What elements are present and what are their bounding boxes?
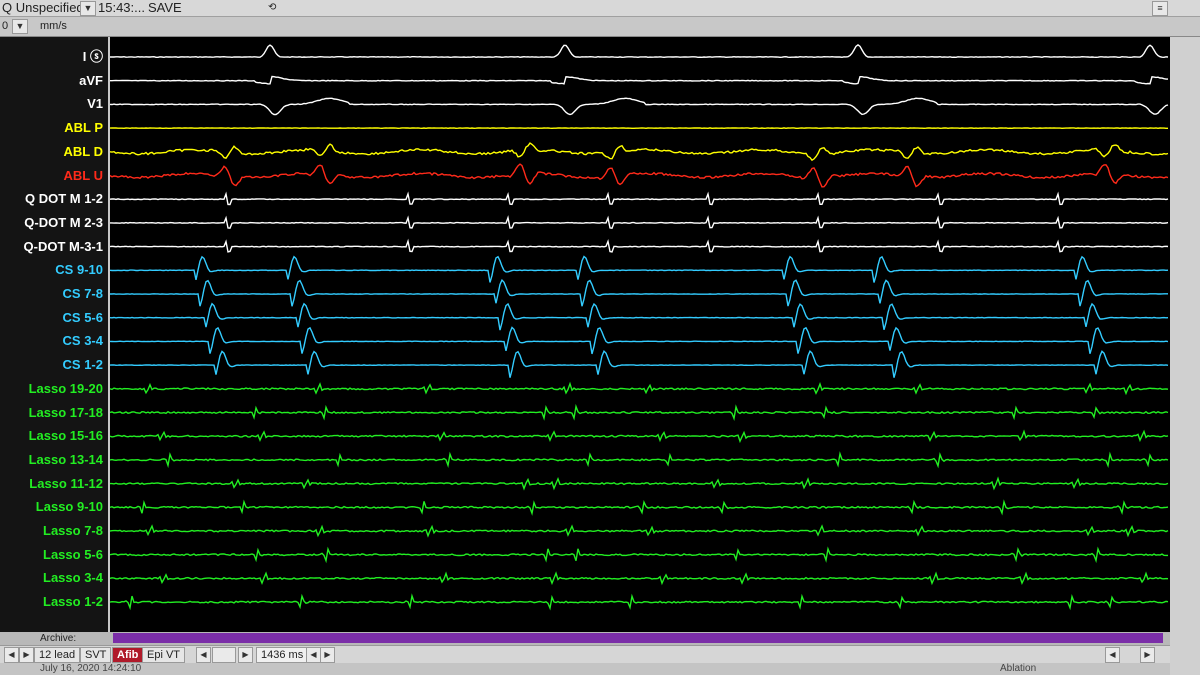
channel-label[interactable]: CS 1-2	[0, 357, 103, 373]
tab-12-lead[interactable]: 12 lead	[34, 647, 81, 663]
waveform-trace	[110, 476, 1169, 491]
channel-label[interactable]: Lasso 5-6	[0, 547, 103, 563]
waveform-trace	[110, 163, 1169, 188]
waveform-trace	[110, 302, 1169, 331]
tab-bar: ◀ ▶ 12 lead SVT Afib Epi VT ◀ ▶ 1436 ms …	[0, 645, 1170, 663]
channel-label[interactable]: CS 7-8	[0, 286, 103, 302]
tab-svt[interactable]: SVT	[80, 647, 112, 663]
channel-label-panel: I ⓢ aVF V1 ABL P ABL D ABL U Q DOT M 1-2 Q-DOT …	[0, 37, 108, 632]
waveform-trace	[110, 429, 1169, 444]
channel-label[interactable]: I ⓢ	[0, 49, 103, 65]
timebase-up-icon[interactable]: ▶	[320, 647, 335, 663]
channel-label[interactable]: Lasso 11-12	[0, 476, 103, 492]
right-side-panel	[1170, 37, 1200, 675]
archive-label: Archive:	[40, 633, 77, 644]
waveform-trace	[110, 44, 1169, 59]
tab-epi-vt[interactable]: Epi VT	[142, 647, 186, 663]
waveform-trace	[110, 499, 1169, 516]
channel-label[interactable]: ABL U	[0, 168, 103, 184]
waveform-trace	[110, 349, 1169, 378]
channel-label[interactable]: Lasso 1-2	[0, 594, 103, 610]
channel-label[interactable]: aVF	[0, 73, 103, 89]
channel-label[interactable]: CS 3-4	[0, 333, 103, 349]
time-display: 15:43:...	[98, 0, 145, 15]
waveform-trace	[110, 97, 1169, 116]
channel-label[interactable]: Lasso 15-16	[0, 428, 103, 444]
status-mode: Ablation	[1000, 663, 1037, 674]
channel-label[interactable]: CS 5-6	[0, 310, 103, 326]
channel-label[interactable]: Lasso 9-10	[0, 499, 103, 515]
waveform-trace	[110, 326, 1169, 355]
trace-display[interactable]	[108, 37, 1172, 632]
channel-label[interactable]: Lasso 13-14	[0, 452, 103, 468]
channel-label[interactable]: V1	[0, 96, 103, 112]
view-name[interactable]: Q Unspecified	[2, 0, 84, 15]
top-toolbar: Q Unspecified ▼ 15:43:... SAVE ⟲ ≡	[0, 0, 1200, 17]
waveform-trace	[110, 238, 1169, 253]
refresh-icon[interactable]: ⟲	[268, 0, 276, 15]
speed-value[interactable]: 0	[2, 19, 8, 34]
speed-unit: mm/s	[40, 20, 67, 32]
tab-prev-icon[interactable]: ◀	[4, 647, 19, 663]
channel-label[interactable]: Lasso 19-20	[0, 381, 103, 397]
channel-label[interactable]: ABL D	[0, 144, 103, 160]
speed-dropdown-icon[interactable]: ▼	[12, 19, 28, 34]
scroll-left-icon[interactable]: ◀	[196, 647, 211, 663]
tab-next-icon[interactable]: ▶	[19, 647, 34, 663]
waveform-trace	[110, 546, 1168, 564]
scroll-right-icon[interactable]: ▶	[238, 647, 253, 663]
menu-icon[interactable]: ≡	[1152, 1, 1168, 16]
channel-label[interactable]: Lasso 7-8	[0, 523, 103, 539]
waveform-canvas	[110, 44, 1169, 611]
timebase-field[interactable]: 1436 ms	[256, 647, 309, 663]
channel-label[interactable]: Q DOT M 1-2	[0, 191, 103, 207]
waveform-trace	[110, 593, 1169, 611]
channel-label[interactable]: CS 9-10	[0, 262, 103, 278]
waveform-trace	[110, 255, 1169, 283]
waveform-trace	[110, 75, 1168, 85]
waveform-trace	[110, 142, 1169, 162]
status-datetime: July 16, 2020 14:24:10	[40, 663, 142, 674]
waveform-trace	[110, 381, 1169, 396]
waveform-trace	[110, 215, 1169, 229]
speed-toolbar: 0 ▼ mm/s	[0, 17, 1200, 37]
scroll-thumb[interactable]	[212, 647, 236, 663]
channel-label[interactable]: ABL P	[0, 120, 103, 136]
nav-left-icon[interactable]: ◀	[1105, 647, 1120, 663]
channel-label[interactable]: Q-DOT M-3-1	[0, 239, 103, 255]
waveform-trace	[110, 278, 1168, 307]
waveform-trace	[110, 403, 1169, 421]
archive-progress[interactable]	[113, 633, 1163, 643]
view-dropdown-icon[interactable]: ▼	[80, 1, 96, 16]
waveform-trace	[110, 524, 1169, 538]
channel-label[interactable]: Lasso 17-18	[0, 405, 103, 421]
waveform-trace	[110, 571, 1169, 586]
channel-label[interactable]: Lasso 3-4	[0, 570, 103, 586]
save-button[interactable]: SAVE	[148, 0, 182, 15]
waveform-trace	[110, 191, 1169, 206]
channel-label[interactable]: Q-DOT M 2-3	[0, 215, 103, 231]
timebase-down-icon[interactable]: ◀	[306, 647, 321, 663]
waveform-trace	[110, 451, 1169, 469]
status-bar: July 16, 2020 14:24:10 Ablation	[0, 663, 1170, 675]
nav-right-icon[interactable]: ▶	[1140, 647, 1155, 663]
tab-afib[interactable]: Afib	[112, 647, 144, 663]
